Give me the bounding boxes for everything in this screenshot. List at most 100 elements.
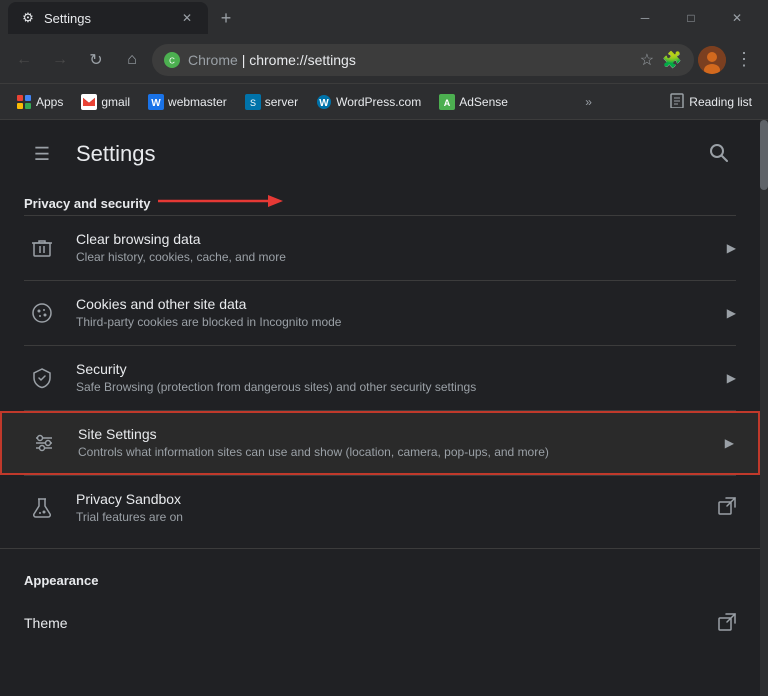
- cookies-title: Cookies and other site data: [76, 296, 711, 312]
- bookmark-server[interactable]: S server: [237, 90, 306, 114]
- back-icon: ←: [16, 51, 32, 69]
- bookmark-webmaster-label: webmaster: [168, 95, 227, 109]
- extensions-icon[interactable]: 🧩: [662, 50, 682, 70]
- bookmark-adsense-label: AdSense: [459, 95, 508, 109]
- scrollbar-thumb: [760, 120, 768, 190]
- hamburger-menu-button[interactable]: ☰: [24, 136, 60, 172]
- site-settings-item[interactable]: Site Settings Controls what information …: [0, 411, 760, 475]
- privacy-sandbox-subtitle: Trial features are on: [76, 509, 702, 526]
- privacy-section: Privacy and security: [0, 188, 760, 540]
- settings-header: ☰ Settings: [0, 120, 760, 188]
- reading-list-label: Reading list: [689, 95, 752, 109]
- bookmark-webmaster[interactable]: W webmaster: [140, 90, 235, 114]
- new-tab-button[interactable]: +: [212, 4, 240, 32]
- sliders-icon: [26, 425, 62, 461]
- svg-text:W: W: [151, 98, 161, 109]
- scrollbar[interactable]: [760, 120, 768, 696]
- site-settings-subtitle: Controls what information sites can use …: [78, 444, 709, 461]
- bookmarks-more-icon: »: [585, 95, 592, 109]
- security-subtitle: Safe Browsing (protection from dangerous…: [76, 379, 711, 396]
- privacy-sandbox-text: Privacy Sandbox Trial features are on: [76, 491, 702, 526]
- bookmark-gmail-label: gmail: [101, 95, 130, 109]
- tab-settings-icon: ⚙: [20, 10, 36, 26]
- forward-button[interactable]: →: [44, 44, 76, 76]
- clear-browsing-title: Clear browsing data: [76, 231, 711, 247]
- settings-search-button[interactable]: [700, 136, 736, 172]
- home-button[interactable]: ⌂: [116, 44, 148, 76]
- bookmarks-more-button[interactable]: »: [577, 91, 600, 113]
- chrome-menu-button[interactable]: ⋮: [728, 44, 760, 76]
- section-divider: [0, 548, 760, 549]
- site-settings-text: Site Settings Controls what information …: [78, 426, 709, 461]
- shield-icon: [24, 360, 60, 396]
- addressbar-right: ⋮: [698, 44, 760, 76]
- profile-button[interactable]: [698, 46, 726, 74]
- site-favicon: C: [164, 52, 180, 68]
- bookmark-adsense[interactable]: A AdSense: [431, 90, 516, 114]
- theme-title: Theme: [24, 615, 702, 631]
- gmail-icon: [81, 94, 97, 110]
- window-controls: ─ □ ✕: [622, 0, 760, 36]
- forward-icon: →: [52, 51, 68, 69]
- reading-list-button[interactable]: Reading list: [661, 88, 760, 115]
- bookmark-server-label: server: [265, 95, 298, 109]
- svg-text:C: C: [169, 56, 175, 65]
- bookmark-gmail[interactable]: gmail: [73, 90, 138, 114]
- svg-text:A: A: [444, 98, 451, 108]
- flask-icon: [24, 490, 60, 526]
- arrow-annotation: [158, 190, 288, 212]
- back-button[interactable]: ←: [8, 44, 40, 76]
- security-item[interactable]: Security Safe Browsing (protection from …: [0, 346, 760, 410]
- site-settings-title: Site Settings: [78, 426, 709, 442]
- search-icon: [708, 142, 728, 167]
- refresh-button[interactable]: ↻: [80, 44, 112, 76]
- hamburger-icon: ☰: [34, 144, 50, 165]
- menu-dots-icon: ⋮: [735, 49, 753, 70]
- bookmark-apps[interactable]: Apps: [8, 90, 71, 114]
- minimize-button[interactable]: ─: [622, 0, 668, 36]
- bookmark-star-icon[interactable]: ☆: [640, 50, 654, 70]
- bookmark-apps-label: Apps: [36, 95, 63, 109]
- url-bar[interactable]: C Chrome | chrome://settings ☆ 🧩: [152, 44, 694, 76]
- privacy-sandbox-title: Privacy Sandbox: [76, 491, 702, 507]
- trash-icon: [24, 230, 60, 266]
- titlebar: ⚙ Settings ✕ + ─ □ ✕: [0, 0, 768, 36]
- clear-browsing-subtitle: Clear history, cookies, cache, and more: [76, 249, 711, 266]
- apps-grid-icon: [16, 94, 32, 110]
- home-icon: ⌂: [127, 51, 137, 69]
- settings-content: ☰ Settings Privacy and security: [0, 120, 760, 696]
- refresh-icon: ↻: [89, 50, 102, 70]
- theme-item[interactable]: Theme: [0, 592, 760, 656]
- server-icon: S: [245, 94, 261, 110]
- cookies-subtitle: Third-party cookies are blocked in Incog…: [76, 314, 711, 331]
- settings-page-title: Settings: [76, 141, 156, 167]
- main-content: ☰ Settings Privacy and security: [0, 120, 768, 696]
- privacy-heading-text: Privacy and security: [24, 196, 150, 211]
- privacy-sandbox-item[interactable]: Privacy Sandbox Trial features are on: [0, 476, 760, 540]
- cookies-item[interactable]: Cookies and other site data Third-party …: [0, 281, 760, 345]
- maximize-button[interactable]: □: [668, 0, 714, 36]
- theme-text: Theme: [24, 615, 702, 633]
- cookies-arrow-icon: ▶: [727, 306, 736, 320]
- active-tab[interactable]: ⚙ Settings ✕: [8, 2, 208, 34]
- cookies-text: Cookies and other site data Third-party …: [76, 296, 711, 331]
- clear-browsing-arrow-icon: ▶: [727, 241, 736, 255]
- url-text: Chrome | chrome://settings: [188, 52, 632, 68]
- url-brand: Chrome: [188, 52, 238, 68]
- bookmarks-bar: Apps gmail W webmaster S ser: [0, 84, 768, 120]
- privacy-sandbox-external-icon: [718, 497, 736, 520]
- close-tab-button[interactable]: ✕: [178, 9, 196, 27]
- theme-external-icon: [718, 613, 736, 636]
- close-button[interactable]: ✕: [714, 0, 760, 36]
- site-settings-arrow-icon: ▶: [725, 436, 734, 450]
- webmaster-icon: W: [148, 94, 164, 110]
- bookmark-wordpress-label: WordPress.com: [336, 95, 421, 109]
- cookie-icon: [24, 295, 60, 331]
- clear-browsing-item[interactable]: Clear browsing data Clear history, cooki…: [0, 216, 760, 280]
- bookmark-wordpress[interactable]: W WordPress.com: [308, 90, 429, 114]
- security-arrow-icon: ▶: [727, 371, 736, 385]
- adsense-icon: A: [439, 94, 455, 110]
- appearance-heading: Appearance: [0, 557, 760, 592]
- url-path: chrome://settings: [249, 52, 356, 68]
- privacy-section-heading: Privacy and security: [0, 188, 760, 215]
